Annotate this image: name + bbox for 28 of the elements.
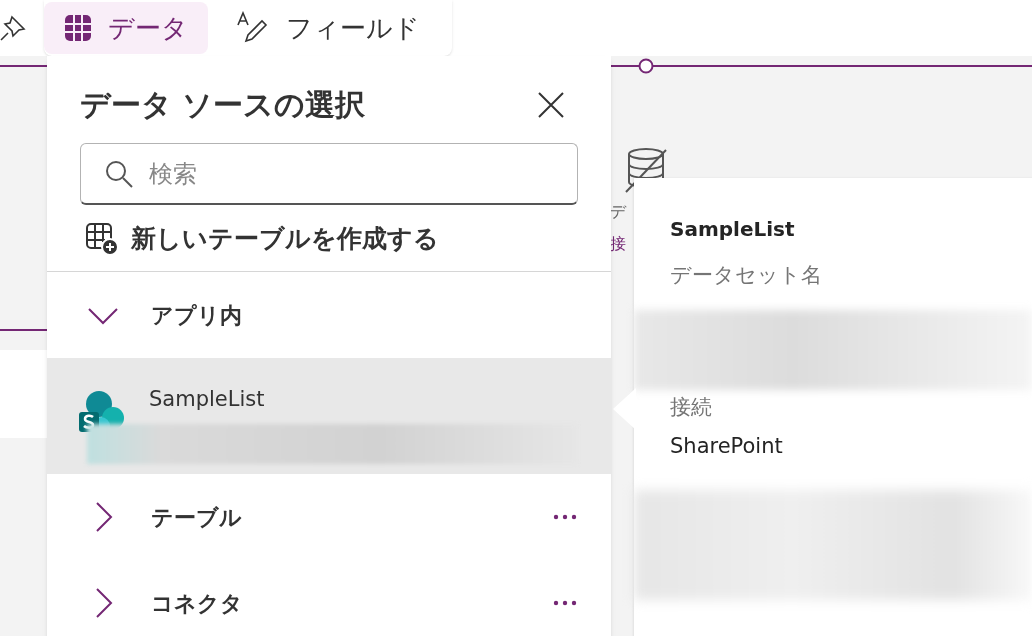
toolbar-tab[interactable]: データ	[44, 2, 208, 54]
search-field[interactable]: 検索	[80, 143, 578, 205]
group-label: コネクタ	[151, 589, 244, 618]
pin-icon[interactable]	[0, 13, 28, 43]
create-table-button[interactable]: 新しいテーブルを作成する	[85, 221, 573, 257]
grid-icon	[64, 14, 92, 42]
field-label: 接続	[670, 393, 713, 421]
group-label: アプリ内	[151, 301, 243, 330]
table-add-icon	[85, 222, 119, 256]
more-icon[interactable]	[553, 600, 577, 606]
text-pen-icon	[236, 11, 270, 45]
canvas-hint-text: デ	[610, 201, 626, 223]
field-value: SharePoint	[670, 433, 784, 460]
more-icon[interactable]	[553, 514, 577, 520]
data-source-item[interactable]: SampleList	[47, 358, 611, 474]
group-label: テーブル	[151, 503, 243, 532]
search-icon	[104, 159, 134, 189]
card-title: SampleList	[670, 216, 796, 243]
canvas-hint-text: 接	[610, 233, 626, 255]
close-icon[interactable]	[537, 90, 565, 119]
group-header[interactable]: コネクタ	[47, 560, 611, 636]
toolbar-tab[interactable]: フィールド	[216, 2, 440, 54]
panel-title: データ ソースの選択	[80, 86, 366, 124]
group-header[interactable]: テーブル	[47, 474, 611, 560]
field-label: データセット名	[670, 262, 823, 289]
group-header[interactable]: アプリ内	[47, 272, 611, 358]
handle-icon[interactable]	[638, 58, 654, 74]
item-name: SampleList	[149, 386, 265, 413]
